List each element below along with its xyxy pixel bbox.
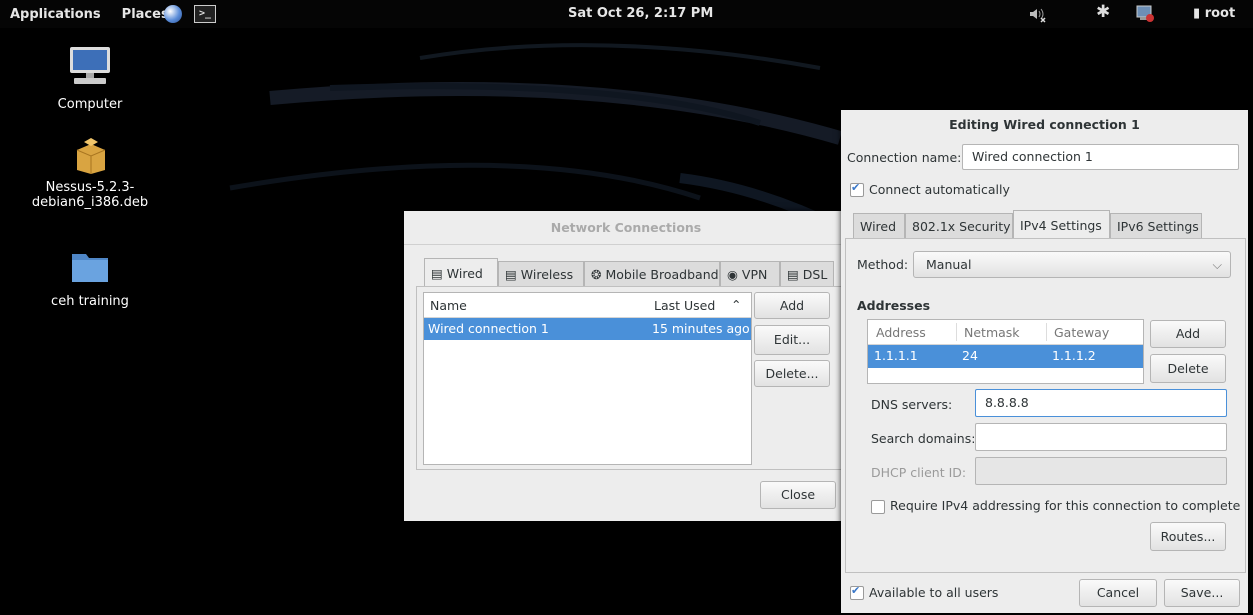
row-last-used: 15 minutes ago — [652, 321, 750, 336]
column-name[interactable]: Name — [430, 298, 467, 313]
desktop-icon-ceh-training[interactable]: ceh training — [30, 250, 150, 309]
bluetooth-icon[interactable]: ✱ — [1096, 2, 1110, 22]
connection-name-field[interactable]: Wired connection 1 — [962, 144, 1239, 170]
addresses-heading: Addresses — [857, 298, 931, 313]
add-button[interactable]: Add — [754, 292, 830, 319]
computer-icon — [70, 47, 110, 84]
routes-button[interactable]: Routes... — [1150, 522, 1226, 551]
dialog-titlebar[interactable]: Editing Wired connection 1 — [841, 110, 1248, 140]
search-domains-field[interactable] — [975, 423, 1227, 451]
terminal-icon[interactable]: >_ — [194, 5, 216, 23]
applications-menu[interactable]: Applications — [10, 7, 101, 22]
desktop-icon-nessus[interactable]: Nessus-5.2.3- debian6_i386.deb — [22, 138, 158, 210]
search-domains-label: Search domains: — [871, 431, 976, 446]
list-header: Name Last Used ⌃ — [424, 293, 751, 318]
save-button[interactable]: Save... — [1164, 579, 1240, 607]
row-name: Wired connection 1 — [428, 321, 549, 336]
addresses-table[interactable]: Address Netmask Gateway 1.1.1.1 24 1.1.1… — [867, 319, 1144, 384]
method-dropdown[interactable]: Manual ⌵ — [913, 251, 1231, 278]
window-title: Network Connections — [550, 220, 702, 235]
volume-muted-icon[interactable] — [1027, 5, 1047, 23]
folder-icon — [72, 254, 108, 282]
cancel-button[interactable]: Cancel — [1079, 579, 1157, 607]
dhcp-client-id-label: DHCP client ID: — [871, 465, 967, 480]
connection-name-label: Connection name: — [847, 150, 962, 165]
edit-button[interactable]: Edit... — [754, 325, 830, 355]
user-menu[interactable]: ▮ root — [1193, 6, 1235, 21]
dialog-title: Editing Wired connection 1 — [949, 117, 1140, 132]
package-icon — [76, 138, 106, 174]
top-panel: Applications Places >_ Sat Oct 26, 2:17 … — [0, 0, 1253, 28]
column-last-used[interactable]: Last Used — [654, 298, 715, 313]
method-label: Method: — [857, 257, 909, 272]
tab-8021x-security[interactable]: 802.1x Security — [905, 213, 1013, 238]
column-gateway[interactable]: Gateway — [1054, 325, 1109, 340]
table-row[interactable]: 1.1.1.1 24 1.1.1.2 — [868, 345, 1143, 368]
tab-ipv4-settings[interactable]: IPv4 Settings — [1013, 210, 1110, 238]
tab-wired[interactable]: ▤ Wired — [424, 258, 498, 286]
row-address: 1.1.1.1 — [874, 348, 918, 363]
require-ipv4-checkbox[interactable] — [871, 500, 885, 514]
clock[interactable]: Sat Oct 26, 2:17 PM — [568, 6, 713, 21]
tab-dsl[interactable]: ▤ DSL — [780, 261, 834, 286]
desktop-icon-label: ceh training — [51, 294, 129, 309]
user-name: root — [1204, 6, 1236, 21]
row-netmask: 24 — [962, 348, 978, 363]
table-row[interactable]: Wired connection 1 15 minutes ago — [424, 318, 751, 340]
method-value: Manual — [926, 257, 972, 272]
tab-vpn[interactable]: ◉ VPN — [720, 261, 780, 286]
available-to-all-users-label: Available to all users — [869, 585, 999, 600]
network-connections-window: Network Connections ▤ Wired ▤ Wireless ❂… — [404, 211, 848, 521]
available-to-all-users-checkbox[interactable] — [850, 584, 864, 600]
delete-button[interactable]: Delete... — [754, 360, 830, 387]
close-button[interactable]: Close — [760, 481, 836, 509]
desktop-icon-label-line1: Nessus-5.2.3- — [45, 180, 135, 195]
window-titlebar[interactable]: Network Connections — [404, 211, 848, 245]
network-status-icon[interactable] — [1135, 5, 1155, 23]
tab-mobile-broadband[interactable]: ❂ Mobile Broadband — [584, 261, 720, 286]
editing-connection-dialog: Editing Wired connection 1 Connection na… — [841, 110, 1248, 613]
chevron-down-icon: ⌵ — [1212, 257, 1222, 272]
connections-list[interactable]: Name Last Used ⌃ Wired connection 1 15 m… — [423, 292, 752, 465]
tab-ipv6-settings[interactable]: IPv6 Settings — [1110, 213, 1202, 238]
dns-servers-label: DNS servers: — [871, 397, 953, 412]
connect-automatically-label: Connect automatically — [869, 182, 1010, 197]
tab-wired[interactable]: Wired — [853, 213, 905, 238]
row-gateway: 1.1.1.2 — [1052, 348, 1096, 363]
web-browser-icon[interactable] — [164, 5, 182, 23]
desktop-icon-label: Computer — [57, 97, 123, 112]
sort-ascending-icon: ⌃ — [731, 297, 742, 312]
address-table-header: Address Netmask Gateway — [868, 320, 1143, 345]
settings-tabs: Wired 802.1x Security IPv4 Settings IPv6… — [853, 210, 1243, 238]
desktop-icon-label-line2: debian6_i386.deb — [31, 195, 149, 210]
require-ipv4-label: Require IPv4 addressing for this connect… — [890, 498, 1241, 513]
dhcp-client-id-field — [975, 457, 1227, 485]
delete-address-button[interactable]: Delete — [1150, 354, 1226, 383]
dns-servers-field[interactable]: 8.8.8.8 — [975, 389, 1227, 417]
connect-automatically-checkbox[interactable] — [850, 181, 864, 197]
places-menu[interactable]: Places — [122, 7, 169, 22]
column-netmask[interactable]: Netmask — [964, 325, 1020, 340]
connection-type-tabs: ▤ Wired ▤ Wireless ❂ Mobile Broadband ◉ … — [424, 258, 854, 286]
tab-wireless[interactable]: ▤ Wireless — [498, 261, 584, 286]
add-address-button[interactable]: Add — [1150, 320, 1226, 348]
desktop-icon-computer[interactable]: Computer — [30, 45, 150, 112]
column-address[interactable]: Address — [876, 325, 926, 340]
